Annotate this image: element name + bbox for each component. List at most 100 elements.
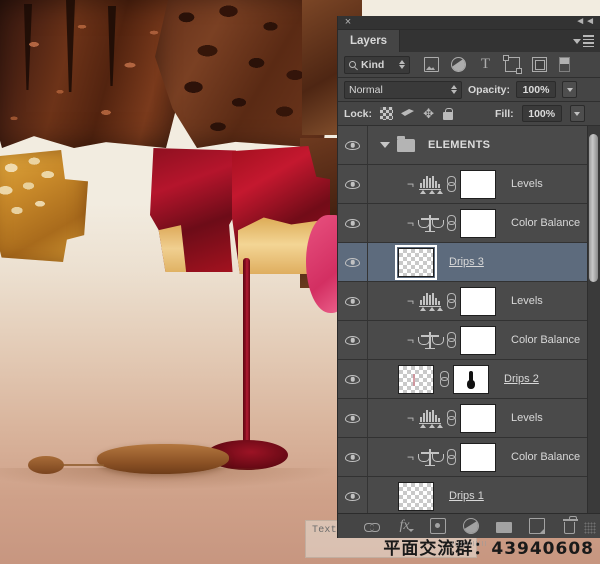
chevron-updown-icon bbox=[451, 85, 457, 94]
shape-layer-filter-icon[interactable] bbox=[503, 55, 522, 74]
fill-label: Fill: bbox=[495, 107, 514, 120]
eye-icon bbox=[345, 218, 360, 228]
eye-icon bbox=[345, 452, 360, 462]
clipping-mask-arrow-icon: ⌐ bbox=[406, 411, 414, 425]
add-layer-mask-icon[interactable] bbox=[429, 518, 446, 534]
layer-mask-thumbnail[interactable] bbox=[460, 169, 496, 199]
layer-list[interactable]: ELEMENTS ⌐ Levels ⌐ Color Balance Drips … bbox=[338, 126, 600, 513]
layer-name: Levels bbox=[511, 295, 543, 307]
eye-icon bbox=[345, 140, 360, 150]
lock-image-pixels-icon[interactable] bbox=[401, 107, 414, 120]
opacity-dropdown-icon[interactable] bbox=[562, 81, 578, 98]
clipping-mask-arrow-icon: ⌐ bbox=[406, 216, 414, 230]
fill-dropdown-icon[interactable] bbox=[569, 105, 585, 122]
eye-icon bbox=[345, 257, 360, 267]
menu-lines-icon bbox=[583, 35, 594, 47]
layer-mask-thumbnail[interactable] bbox=[453, 364, 489, 394]
eye-icon bbox=[345, 335, 360, 345]
layer-row-levels-2[interactable]: ⌐ Levels bbox=[338, 282, 600, 321]
layer-row-color-balance-3[interactable]: ⌐ Color Balance bbox=[338, 438, 600, 477]
new-adjustment-layer-icon[interactable] bbox=[462, 518, 479, 534]
delete-layer-icon[interactable] bbox=[562, 516, 578, 534]
layer-content-mark bbox=[413, 373, 415, 386]
layer-list-scrollbar[interactable] bbox=[587, 126, 600, 513]
link-mask-icon[interactable] bbox=[446, 215, 456, 231]
link-mask-icon[interactable] bbox=[446, 332, 456, 348]
filter-mask-toggle-icon[interactable] bbox=[559, 57, 570, 72]
visibility-toggle[interactable] bbox=[338, 477, 368, 513]
layer-thumbnail[interactable] bbox=[398, 364, 434, 394]
link-mask-icon[interactable] bbox=[446, 293, 456, 309]
add-layer-style-icon[interactable]: fx bbox=[397, 518, 414, 534]
panel-menu-button[interactable] bbox=[573, 35, 594, 47]
lock-transparent-pixels-icon[interactable] bbox=[380, 107, 394, 120]
group-expand-arrow-icon[interactable] bbox=[380, 142, 390, 148]
lock-position-icon[interactable]: ✥ bbox=[422, 107, 435, 120]
layer-name: Color Balance bbox=[511, 451, 581, 463]
panel-resize-grip[interactable] bbox=[584, 522, 596, 534]
new-group-icon[interactable] bbox=[495, 522, 512, 533]
new-layer-icon[interactable] bbox=[528, 518, 545, 534]
clipping-mask-arrow-icon: ⌐ bbox=[406, 450, 414, 464]
layer-row-drips-2[interactable]: Drips 2 bbox=[338, 360, 600, 399]
opacity-input[interactable]: 100% bbox=[516, 81, 557, 98]
layer-row-levels-3[interactable]: ⌐ Levels bbox=[338, 399, 600, 438]
blend-mode-select[interactable]: Normal bbox=[344, 80, 462, 99]
layer-row-levels-1[interactable]: ⌐ Levels bbox=[338, 165, 600, 204]
visibility-toggle[interactable] bbox=[338, 438, 368, 476]
eye-icon bbox=[345, 413, 360, 423]
visibility-toggle[interactable] bbox=[338, 399, 368, 437]
color-balance-icon bbox=[418, 448, 444, 466]
caramel-droplet bbox=[28, 456, 64, 474]
layer-row-drips-3[interactable]: Drips 3 bbox=[338, 243, 600, 282]
search-icon bbox=[349, 61, 356, 68]
link-mask-icon[interactable] bbox=[439, 371, 449, 387]
link-mask-icon[interactable] bbox=[446, 176, 456, 192]
layer-mask-thumbnail[interactable] bbox=[460, 286, 496, 316]
close-icon[interactable]: × bbox=[343, 17, 353, 28]
layer-thumbnail[interactable] bbox=[395, 244, 437, 280]
smart-object-filter-icon[interactable] bbox=[532, 57, 547, 72]
visibility-toggle[interactable] bbox=[338, 204, 368, 242]
layer-row-color-balance-2[interactable]: ⌐ Color Balance bbox=[338, 321, 600, 360]
collapse-panel-icon[interactable]: ◄◄ bbox=[575, 17, 595, 27]
caramel-thread bbox=[60, 464, 104, 466]
eye-icon bbox=[345, 491, 360, 501]
layer-row-drips-1[interactable]: Drips 1 bbox=[338, 477, 600, 513]
lock-all-icon[interactable] bbox=[443, 108, 454, 120]
adjustment-layer-filter-icon[interactable] bbox=[451, 57, 466, 72]
visibility-toggle[interactable] bbox=[338, 126, 368, 164]
layer-name: Levels bbox=[511, 178, 543, 190]
link-mask-icon[interactable] bbox=[446, 449, 456, 465]
levels-icon bbox=[419, 176, 443, 194]
folder-icon bbox=[397, 135, 415, 152]
type-layer-filter-icon[interactable]: T bbox=[478, 57, 493, 72]
layer-row-elements-group[interactable]: ELEMENTS bbox=[338, 126, 600, 165]
layer-mask-thumbnail[interactable] bbox=[460, 208, 496, 238]
layer-mask-thumbnail[interactable] bbox=[460, 442, 496, 472]
syrup-drip-stream bbox=[243, 258, 250, 458]
layer-name: Color Balance bbox=[511, 334, 581, 346]
link-mask-icon[interactable] bbox=[446, 410, 456, 426]
pixel-layer-filter-icon[interactable] bbox=[424, 57, 439, 72]
watermark-group: 平面交流群：43940608 bbox=[383, 539, 594, 559]
layer-mask-thumbnail[interactable] bbox=[460, 403, 496, 433]
tab-layers[interactable]: Layers bbox=[338, 30, 401, 52]
filter-kind-select[interactable]: Kind bbox=[344, 55, 410, 74]
visibility-toggle[interactable] bbox=[338, 243, 368, 281]
link-layers-icon[interactable] bbox=[363, 518, 380, 534]
visibility-toggle[interactable] bbox=[338, 321, 368, 359]
visibility-toggle[interactable] bbox=[338, 165, 368, 203]
layer-mask-thumbnail[interactable] bbox=[460, 325, 496, 355]
layer-row-color-balance-1[interactable]: ⌐ Color Balance bbox=[338, 204, 600, 243]
layer-name: Drips 3 bbox=[449, 256, 484, 268]
scrollbar-thumb[interactable] bbox=[589, 134, 598, 282]
visibility-toggle[interactable] bbox=[338, 360, 368, 398]
fill-input[interactable]: 100% bbox=[521, 105, 562, 122]
panel-drag-handle[interactable] bbox=[452, 541, 486, 546]
layer-thumbnail[interactable] bbox=[398, 481, 434, 511]
layer-name: ELEMENTS bbox=[428, 139, 491, 151]
eye-icon bbox=[345, 179, 360, 189]
color-balance-icon bbox=[418, 214, 444, 232]
visibility-toggle[interactable] bbox=[338, 282, 368, 320]
